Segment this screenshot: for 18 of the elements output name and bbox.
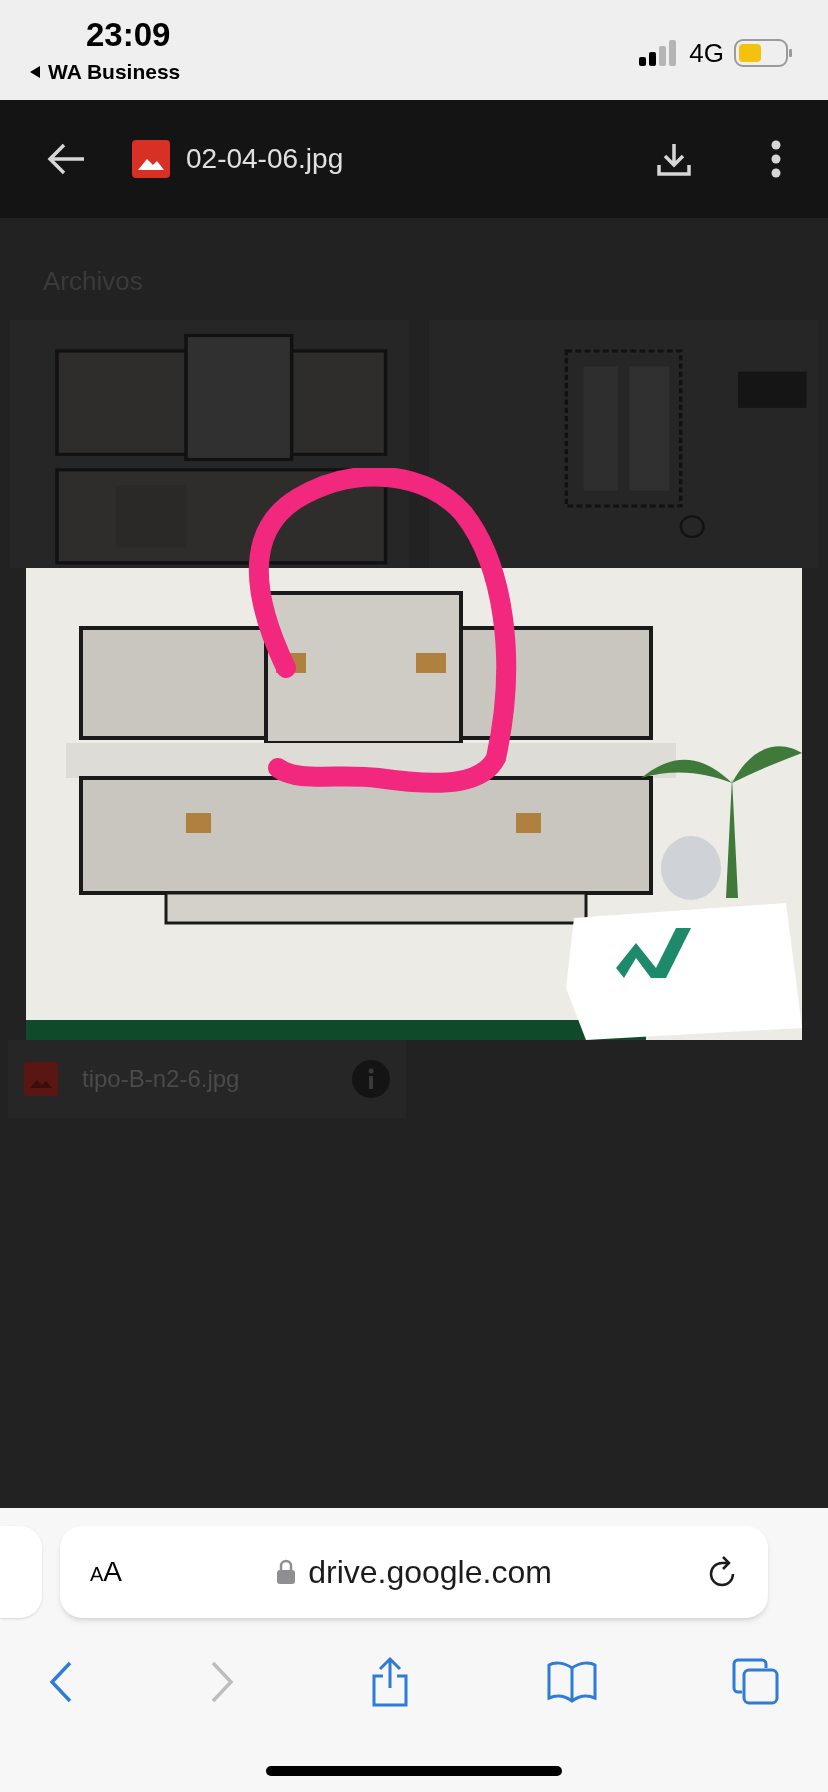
bookmarks-icon[interactable] [545, 1660, 598, 1704]
download-icon[interactable] [656, 141, 692, 177]
battery-icon [734, 39, 794, 67]
clock-time: 23:09 [86, 18, 172, 51]
back-icon[interactable] [48, 1660, 74, 1704]
network-label: 4G [689, 40, 724, 66]
url-text: drive.google.com [308, 1553, 552, 1592]
text-size-button[interactable]: AA [90, 1558, 123, 1586]
back-triangle-icon [28, 64, 42, 79]
back-arrow-icon[interactable] [46, 142, 86, 176]
image-file-icon [132, 140, 170, 178]
address-bar[interactable]: AA drive.google.com [60, 1526, 768, 1618]
file-name: 02-04-06.jpg [186, 142, 344, 176]
back-app-link[interactable]: WA Business [48, 61, 181, 82]
tabs-icon[interactable] [732, 1658, 780, 1706]
more-options-icon[interactable] [770, 140, 782, 178]
image-file-icon [24, 1062, 58, 1096]
lock-icon [276, 1559, 297, 1585]
